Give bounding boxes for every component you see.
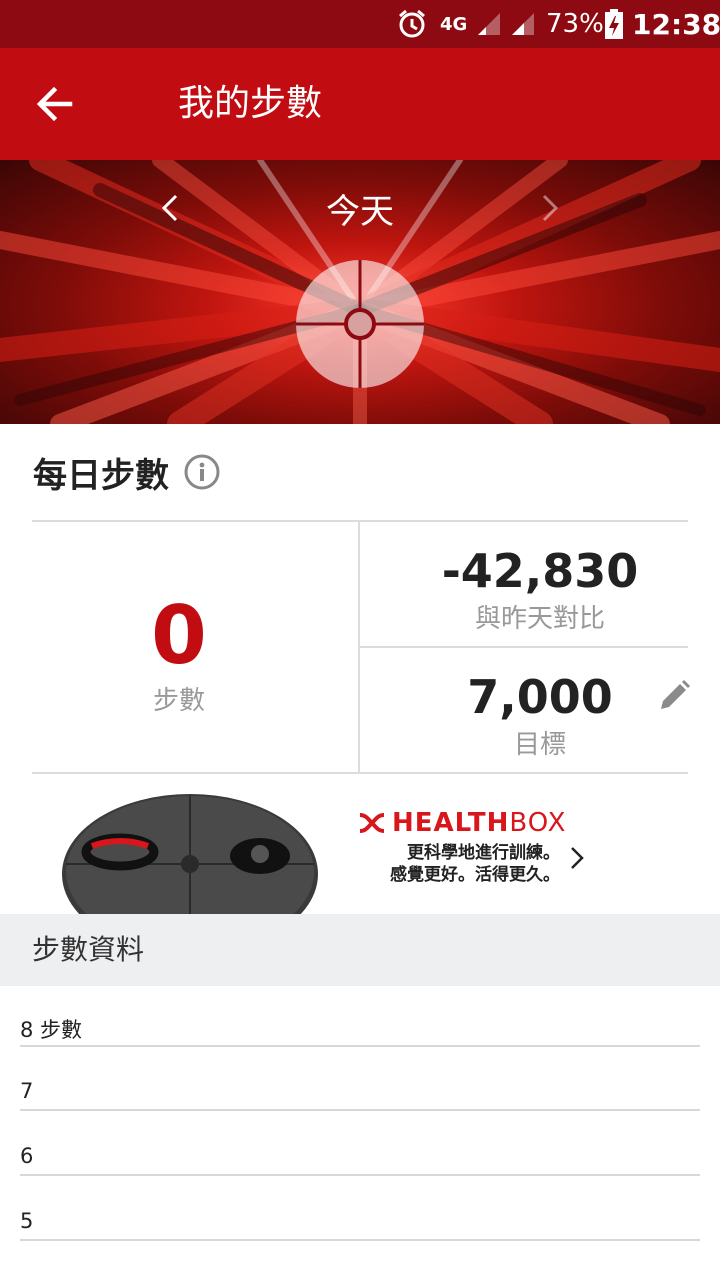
chart-y-label: 6 <box>20 1144 34 1168</box>
clock: 12:38 <box>632 7 720 41</box>
app-bar: 我的步數 <box>0 48 720 160</box>
healthbox-product-image <box>60 794 320 954</box>
chevron-right-icon <box>566 840 588 876</box>
info-icon[interactable] <box>184 454 220 490</box>
step-data-header: 步數資料 <box>0 914 720 986</box>
battery-percent: 73% <box>546 9 604 39</box>
chart-y-label: 8 步數 <box>20 1018 83 1042</box>
battery-charging-icon <box>604 0 624 48</box>
daily-steps-title: 每日步數 <box>33 456 169 496</box>
comparison-value: -42,830 <box>441 544 639 598</box>
edit-goal-pencil-icon[interactable] <box>656 678 692 714</box>
comparison-label: 與昨天對比 <box>474 604 605 634</box>
brand-name-light: BOX <box>509 808 567 838</box>
status-bar: 4G 73% 12:38 <box>0 0 720 48</box>
healthbox-brand: HEALTH BOX <box>356 808 566 838</box>
network-type: 4G <box>440 13 468 35</box>
steps-count-label: 步數 <box>152 686 205 716</box>
chart-y-label: 5 <box>20 1209 34 1233</box>
chart-gridline <box>20 1174 700 1176</box>
goal-label: 目標 <box>513 730 566 760</box>
divider <box>360 646 688 648</box>
divider <box>32 520 688 522</box>
chart-gridline <box>20 1239 700 1241</box>
chart-y-label: 7 <box>20 1079 34 1103</box>
under-armour-logo-icon <box>359 813 385 833</box>
signal-icon <box>476 0 502 48</box>
signal-icon <box>510 0 536 48</box>
ad-tagline-2: 感覺更好。活得更久。 <box>390 865 560 885</box>
step-dial-icon <box>294 258 426 390</box>
page-title: 我的步數 <box>178 83 323 124</box>
date-hero-banner: 今天 <box>0 160 720 424</box>
healthbox-ad-banner[interactable]: HEALTH BOX 更科學地進行訓練。 感覺更好。活得更久。 <box>0 774 720 954</box>
back-arrow-icon[interactable] <box>32 82 80 126</box>
date-label: 今天 <box>326 192 394 232</box>
step-data-title: 步數資料 <box>32 933 145 966</box>
steps-count: 0 <box>151 589 207 682</box>
chart-gridline <box>20 1045 700 1047</box>
chart-gridline <box>20 1109 700 1111</box>
alarm-icon <box>396 0 428 48</box>
next-day-chevron-icon[interactable] <box>530 186 570 230</box>
brand-name-bold: HEALTH <box>392 808 510 838</box>
